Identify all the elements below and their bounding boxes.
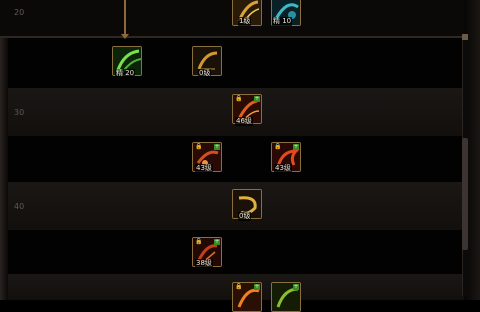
upgrade-plus-icon[interactable]: + bbox=[214, 239, 220, 245]
lock-icon: 🔒 bbox=[235, 283, 243, 290]
frame-left-border bbox=[0, 38, 8, 300]
tree-row-dark bbox=[0, 230, 480, 274]
skill-level-badge: 43级 bbox=[195, 164, 213, 173]
tree-row-dark bbox=[0, 136, 480, 182]
scrollbar-thumb[interactable] bbox=[462, 138, 468, 250]
skill-level-badge: 46级 bbox=[235, 117, 253, 126]
connector-arrow-icon bbox=[121, 34, 129, 39]
upgrade-plus-icon[interactable]: + bbox=[254, 284, 260, 290]
lock-icon: 🔒 bbox=[195, 143, 203, 150]
upgrade-plus-icon[interactable]: + bbox=[293, 284, 299, 290]
skill-level-badge: 0级 bbox=[238, 212, 252, 221]
skill-slot[interactable]: + bbox=[271, 282, 301, 312]
skill-level-badge: 43级 bbox=[274, 164, 292, 173]
upgrade-plus-icon[interactable]: + bbox=[254, 96, 260, 102]
lock-icon: 🔒 bbox=[235, 95, 243, 102]
level-label: 40 bbox=[14, 202, 25, 211]
skill-level-badge: 38级 bbox=[195, 259, 213, 268]
skill-slot[interactable]: + 🔒 bbox=[232, 282, 262, 312]
skill-level-badge: 精 20 bbox=[115, 69, 136, 78]
tree-row-dark bbox=[0, 38, 480, 88]
lock-icon: 🔒 bbox=[274, 143, 282, 150]
upgrade-plus-icon[interactable]: + bbox=[214, 144, 220, 150]
skill-level-badge: 精 10 bbox=[272, 17, 293, 26]
level-label: 20 bbox=[14, 8, 25, 17]
lock-icon: 🔒 bbox=[195, 238, 203, 245]
skill-level-badge: 0级 bbox=[198, 69, 212, 78]
scroll-up-arrow[interactable] bbox=[462, 34, 468, 40]
level-label: 30 bbox=[14, 108, 25, 117]
upgrade-plus-icon[interactable]: + bbox=[293, 144, 299, 150]
prerequisite-connector bbox=[124, 0, 126, 36]
skill-level-badge: 1级 bbox=[238, 17, 252, 26]
